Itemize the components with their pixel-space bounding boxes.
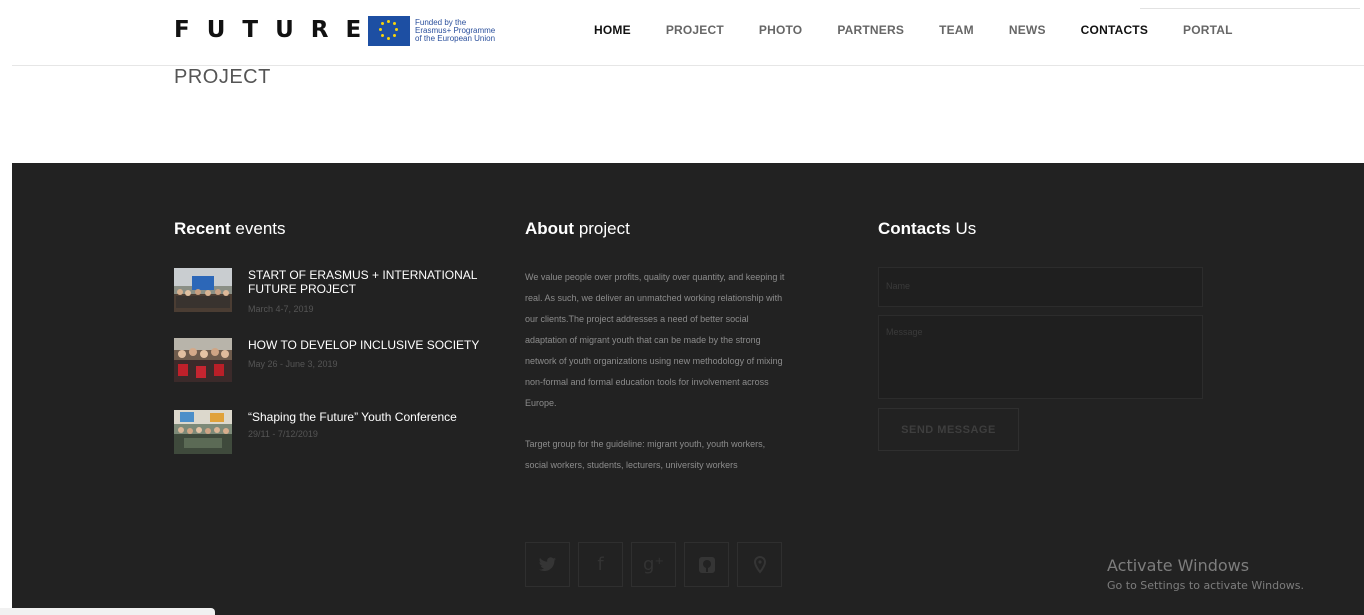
top-divider [1140, 8, 1360, 9]
name-field[interactable]: Name [878, 267, 1203, 307]
twitter-icon[interactable] [525, 542, 570, 587]
about-paragraph: We value people over profits, quality ov… [525, 272, 785, 408]
site-footer: Recent events START OF ERASMUS + INTERNA… [12, 163, 1364, 615]
event-title[interactable]: START OF ERASMUS + INTERNATIONAL FUTURE … [248, 268, 498, 296]
event-thumbnail[interactable] [174, 268, 232, 312]
event-item[interactable]: HOW TO DEVELOP INCLUSIVE SOCIETY May 26 … [174, 338, 494, 388]
nav-project[interactable]: PROJECT [666, 23, 724, 37]
pinterest-icon[interactable] [684, 542, 729, 587]
event-thumbnail[interactable] [174, 410, 232, 454]
site-header: FUTURE Funded by the Erasmus+ Programme … [12, 0, 1364, 66]
message-field[interactable]: Message [878, 315, 1203, 399]
facebook-icon[interactable]: f [578, 542, 623, 587]
eu-funding-badge: Funded by the Erasmus+ Programme of the … [368, 16, 495, 46]
event-date: March 4-7, 2019 [248, 304, 314, 314]
nav-team[interactable]: TEAM [939, 23, 974, 37]
nav-home[interactable]: HOME [594, 23, 631, 37]
event-title[interactable]: HOW TO DEVELOP INCLUSIVE SOCIETY [248, 338, 498, 352]
activate-windows-watermark: Activate Windows Go to Settings to activ… [1107, 556, 1304, 592]
watermark-title: Activate Windows [1107, 556, 1250, 575]
event-item[interactable]: START OF ERASMUS + INTERNATIONAL FUTURE … [174, 268, 494, 318]
watermark-subtitle: Go to Settings to activate Windows. [1107, 579, 1305, 592]
contacts-heading: Contacts Us [878, 219, 977, 238]
main-nav: HOME PROJECT PHOTO PARTNERS TEAM NEWS CO… [594, 23, 1268, 37]
nav-partners[interactable]: PARTNERS [837, 23, 904, 37]
eu-badge-text: Funded by the Erasmus+ Programme of the … [415, 18, 496, 43]
event-thumbnail[interactable] [174, 338, 232, 382]
about-project-text: We value people over profits, quality ov… [525, 267, 785, 476]
event-date: May 26 - June 3, 2019 [248, 359, 338, 369]
page: FUTURE Funded by the Erasmus+ Programme … [0, 0, 1364, 615]
event-date: 29/11 - 7/12/2019 [248, 429, 318, 439]
recent-events-heading: Recent events [174, 219, 286, 238]
google-plus-icon[interactable]: g⁺ [631, 542, 676, 587]
send-message-button[interactable]: SEND MESSAGE [878, 408, 1019, 451]
nav-contacts[interactable]: CONTACTS [1081, 23, 1148, 37]
event-item[interactable]: “Shaping the Future” Youth Conference 29… [174, 410, 494, 460]
site-logo[interactable]: FUTURE [174, 17, 378, 43]
eu-flag-icon [368, 16, 410, 46]
nav-portal[interactable]: PORTAL [1183, 23, 1233, 37]
event-title[interactable]: “Shaping the Future” Youth Conference [248, 410, 498, 424]
nav-news[interactable]: NEWS [1009, 23, 1046, 37]
about-paragraph: Target group for the guideline: migrant … [525, 439, 766, 470]
nav-photo[interactable]: PHOTO [759, 23, 802, 37]
social-links: f g⁺ [525, 542, 790, 587]
page-title: PROJECT [174, 66, 271, 88]
bottom-tab [0, 608, 215, 615]
location-pin-icon[interactable] [737, 542, 782, 587]
about-project-heading: About project [525, 219, 630, 238]
